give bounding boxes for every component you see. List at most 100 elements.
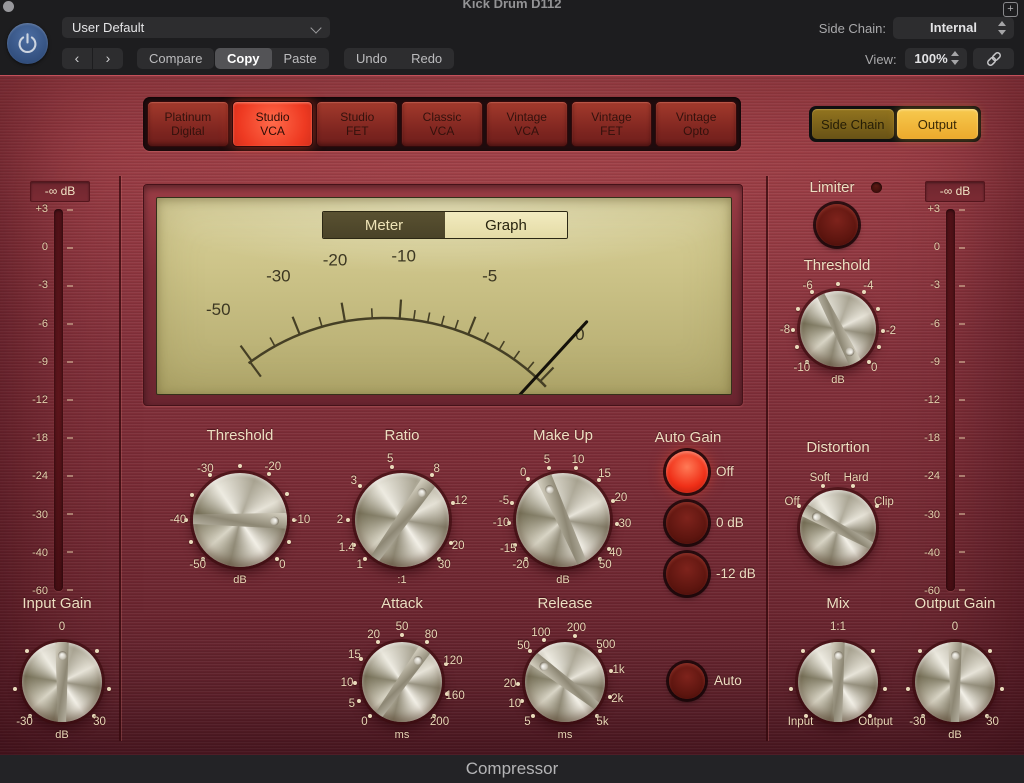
- compressor-plugin-window: Kick Drum D112 + User Default ‹ › Compar…: [0, 0, 1024, 783]
- knob-dial: [516, 473, 610, 567]
- knob-scale-label: 10: [340, 676, 354, 689]
- auto-gain-minus12db-button[interactable]: [666, 553, 708, 595]
- model-button-studio-fet[interactable]: Studio FET: [316, 101, 399, 147]
- knob-tick-dot: [106, 686, 111, 691]
- copy-button[interactable]: Copy: [215, 48, 272, 69]
- redo-button[interactable]: Redo: [399, 48, 454, 69]
- auto-gain-0db-button[interactable]: [666, 502, 708, 544]
- knob-scale-label: 50: [395, 621, 409, 633]
- knob-scale-label: 15: [598, 467, 611, 480]
- chevron-down-icon: [310, 22, 322, 34]
- knob-scale-label: 8: [433, 462, 440, 475]
- knob-tick-dot: [851, 483, 856, 488]
- knob-scale-label: 30: [618, 518, 632, 531]
- power-button[interactable]: [7, 23, 48, 64]
- view-zoom-select[interactable]: 100%: [905, 48, 967, 69]
- knob-scale-label: 120: [443, 655, 463, 668]
- threshold-title: Threshold: [206, 427, 274, 444]
- auto-gain-off-label: Off: [716, 464, 734, 479]
- divider-groove: [766, 176, 768, 741]
- auto-gain-off-button[interactable]: [666, 451, 708, 493]
- svg-text:-30: -30: [266, 267, 291, 286]
- limiter-button[interactable]: [816, 204, 858, 246]
- ratio-title: Ratio: [384, 427, 420, 444]
- knob-unit-label: dB: [556, 574, 570, 586]
- auto-release-button[interactable]: [669, 663, 705, 699]
- preset-select[interactable]: User Default: [62, 17, 330, 38]
- knob-scale-label: -40: [169, 514, 187, 526]
- knob-scale-label: 0: [58, 621, 66, 633]
- knob-scale-label: 2k: [611, 692, 624, 705]
- compare-button[interactable]: Compare: [137, 48, 215, 69]
- meter-scale-ticks: [67, 209, 73, 591]
- knob-pointer-dot: [833, 650, 843, 660]
- knob-scale-label: -6: [802, 279, 813, 292]
- knob-tick-dot: [358, 484, 363, 489]
- knob-tick-dot: [238, 464, 242, 468]
- release-title: Release: [537, 595, 593, 612]
- preset-nav: ‹ ›: [62, 48, 123, 69]
- side-chain-select[interactable]: Internal: [893, 17, 1014, 39]
- knob-scale-label: 100: [531, 626, 551, 639]
- knob-pointer: [355, 473, 449, 567]
- knob-scale-label: 20: [503, 677, 517, 690]
- output-gain-title: Output Gain: [914, 595, 996, 612]
- model-button-vintage-fet[interactable]: Vintage FET: [570, 101, 653, 147]
- knob-scale-label: Output: [858, 716, 893, 729]
- knob-scale-label: -50: [189, 559, 207, 572]
- plugin-name-bar: Compressor: [0, 755, 1024, 783]
- window-title: Kick Drum D112: [462, 0, 562, 11]
- model-button-studio-vca[interactable]: Studio VCA: [231, 101, 314, 147]
- model-button-vintage-vca[interactable]: Vintage VCA: [485, 101, 568, 147]
- makeup-title: Make Up: [532, 427, 594, 444]
- knob-scale-label: 30: [93, 716, 106, 729]
- prev-preset-button[interactable]: ‹: [62, 48, 92, 69]
- knob-tick-dot: [346, 518, 350, 522]
- limiter-led: [871, 182, 882, 193]
- knob-scale-label: 10: [571, 453, 585, 466]
- meter-scale-ticks: [959, 209, 965, 591]
- knob-tick-dot: [791, 327, 796, 332]
- knob-pointer: [516, 473, 610, 567]
- link-button[interactable]: [973, 48, 1014, 69]
- tab-graph[interactable]: Graph: [445, 212, 567, 238]
- auto-release-label: Auto: [714, 673, 742, 688]
- faceplate: Platinum Digital Studio VCA Studio FET Classic…: [0, 75, 1024, 756]
- side-chain-value: Internal: [930, 20, 977, 35]
- link-icon: [987, 52, 1001, 66]
- output-view-button[interactable]: Output: [896, 109, 978, 139]
- knob-dial: [355, 473, 449, 567]
- next-preset-button[interactable]: ›: [92, 48, 123, 69]
- model-selector: Platinum Digital Studio VCA Studio FET Classic…: [143, 97, 741, 151]
- model-button-classic-vca[interactable]: Classic VCA: [401, 101, 483, 147]
- model-button-vintage-opto[interactable]: Vintage Opto: [655, 101, 738, 147]
- knob-unit-label: dB: [55, 729, 69, 741]
- knob-scale-label: -30: [909, 716, 926, 729]
- stepper-icon: [998, 21, 1007, 35]
- undo-button[interactable]: Undo: [344, 48, 399, 69]
- knob-tick-dot: [287, 539, 292, 544]
- add-icon[interactable]: +: [1003, 2, 1018, 17]
- knob-tick-dot: [363, 557, 368, 562]
- knob-dial: [525, 642, 605, 722]
- knob-scale-label: 15: [347, 648, 361, 661]
- knob-tick-dot: [789, 686, 794, 691]
- knob-scale-label: -5: [498, 494, 510, 507]
- plugin-header: Kick Drum D112 + User Default ‹ › Compar…: [0, 0, 1024, 75]
- side-chain-view-button[interactable]: Side Chain: [812, 109, 894, 139]
- meter-scale-labels: +3 0 -3 -6 -9 -12 -18 -24 -30 -40 -60: [32, 203, 48, 597]
- knob-scale-label: Input: [787, 716, 814, 729]
- knob-scale-label: 5: [348, 698, 355, 711]
- knob-tick-dot: [988, 649, 993, 654]
- input-level-meter: +3 0 -3 -6 -9 -12 -18 -24 -30 -40 -60: [14, 203, 73, 597]
- knob-scale-label: -15: [499, 543, 517, 556]
- knob-tick-dot: [188, 539, 193, 544]
- knob-unit-label: dB: [233, 574, 247, 586]
- knob-unit-label: :1: [397, 574, 407, 586]
- undo-redo-group: Undo Redo: [344, 48, 455, 69]
- model-button-platinum-digital[interactable]: Platinum Digital: [147, 101, 229, 147]
- output-level-meter: +3 0 -3 -6 -9 -12 -18 -24 -30 -40 -60: [906, 203, 965, 597]
- paste-button[interactable]: Paste: [272, 48, 329, 69]
- tab-meter[interactable]: Meter: [323, 212, 445, 238]
- knob-scale-label: 80: [424, 629, 438, 642]
